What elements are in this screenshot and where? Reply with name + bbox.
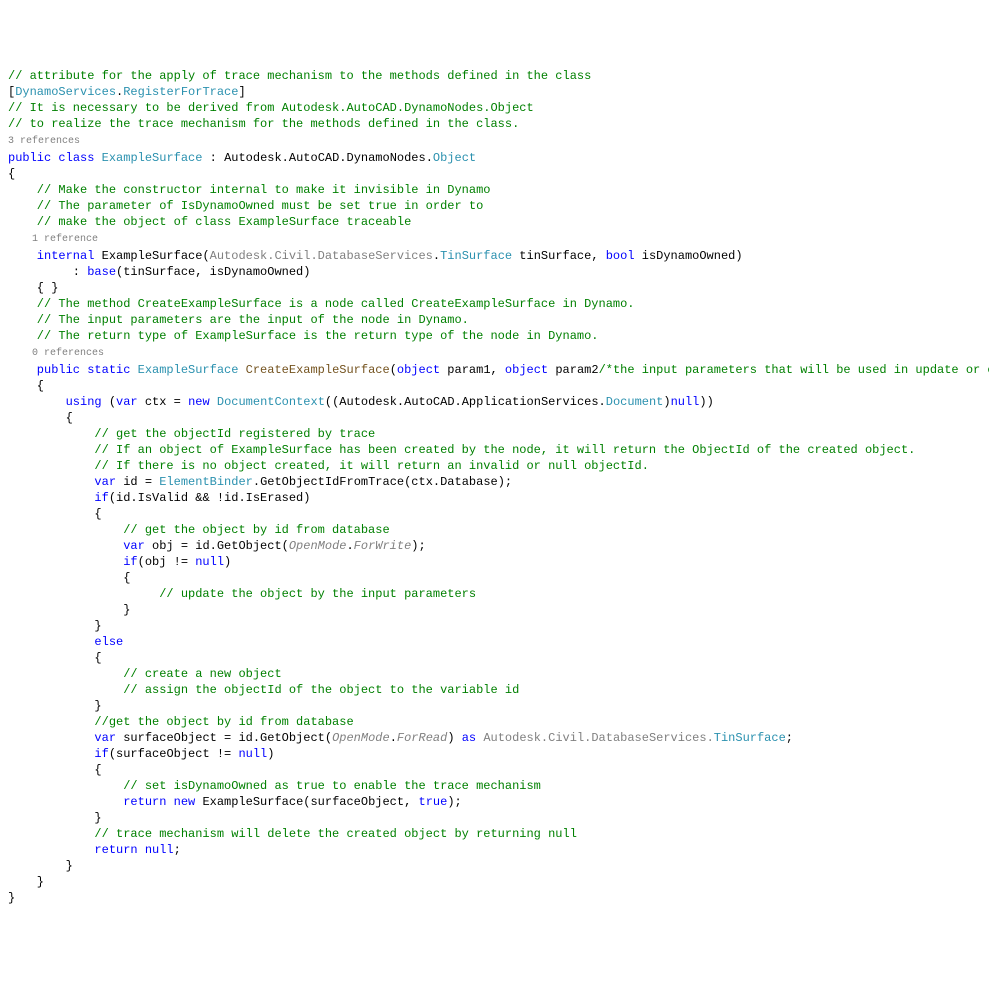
code-line: var id = ElementBinder.GetObjectIdFromTr…	[8, 474, 981, 490]
code-line: public class ExampleSurface : Autodesk.A…	[8, 150, 981, 166]
code-line: // Make the constructor internal to make…	[8, 182, 981, 198]
code-line: // get the objectId registered by trace	[8, 426, 981, 442]
code-line: {	[8, 762, 981, 778]
code-line: // The return type of ExampleSurface is …	[8, 328, 981, 344]
code-line: {	[8, 570, 981, 586]
code-line: // make the object of class ExampleSurfa…	[8, 214, 981, 230]
code-line: //get the object by id from database	[8, 714, 981, 730]
code-line: return null;	[8, 842, 981, 858]
code-line: }	[8, 698, 981, 714]
code-line: // The method CreateExampleSurface is a …	[8, 296, 981, 312]
code-line: // It is necessary to be derived from Au…	[8, 100, 981, 116]
code-editor[interactable]: // attribute for the apply of trace mech…	[8, 68, 981, 906]
code-line: // get the object by id from database	[8, 522, 981, 538]
code-line: // update the object by the input parame…	[8, 586, 981, 602]
code-line: using (var ctx = new DocumentContext((Au…	[8, 394, 981, 410]
code-line: {	[8, 166, 981, 182]
codelens-references[interactable]: 0 references	[8, 344, 981, 362]
code-line: var surfaceObject = id.GetObject(OpenMod…	[8, 730, 981, 746]
code-line: {	[8, 378, 981, 394]
code-line: {	[8, 410, 981, 426]
code-line: [DynamoServices.RegisterForTrace]	[8, 84, 981, 100]
code-line: {	[8, 650, 981, 666]
code-line: {	[8, 506, 981, 522]
code-line: public static ExampleSurface CreateExamp…	[8, 362, 981, 378]
code-line: internal ExampleSurface(Autodesk.Civil.D…	[8, 248, 981, 264]
code-line: if(id.IsValid && !id.IsErased)	[8, 490, 981, 506]
code-line: }	[8, 618, 981, 634]
code-line: return new ExampleSurface(surfaceObject,…	[8, 794, 981, 810]
code-line: }	[8, 858, 981, 874]
code-line: // assign the objectId of the object to …	[8, 682, 981, 698]
code-line: // create a new object	[8, 666, 981, 682]
code-line: // to realize the trace mechanism for th…	[8, 116, 981, 132]
codelens-references[interactable]: 1 reference	[8, 230, 981, 248]
code-line: }	[8, 890, 981, 906]
code-line: }	[8, 874, 981, 890]
code-line: }	[8, 810, 981, 826]
code-line: if(obj != null)	[8, 554, 981, 570]
code-line: { }	[8, 280, 981, 296]
code-line: // set isDynamoOwned as true to enable t…	[8, 778, 981, 794]
code-line: : base(tinSurface, isDynamoOwned)	[8, 264, 981, 280]
comment-text: // attribute for the apply of trace mech…	[8, 69, 591, 83]
code-line: // trace mechanism will delete the creat…	[8, 826, 981, 842]
code-line: if(surfaceObject != null)	[8, 746, 981, 762]
code-line: // The parameter of IsDynamoOwned must b…	[8, 198, 981, 214]
code-line: else	[8, 634, 981, 650]
codelens-references[interactable]: 3 references	[8, 132, 981, 150]
code-line: var obj = id.GetObject(OpenMode.ForWrite…	[8, 538, 981, 554]
code-line: // attribute for the apply of trace mech…	[8, 68, 981, 84]
code-line: }	[8, 602, 981, 618]
code-line: // If an object of ExampleSurface has be…	[8, 442, 981, 458]
code-line: // If there is no object created, it wil…	[8, 458, 981, 474]
code-line: // The input parameters are the input of…	[8, 312, 981, 328]
